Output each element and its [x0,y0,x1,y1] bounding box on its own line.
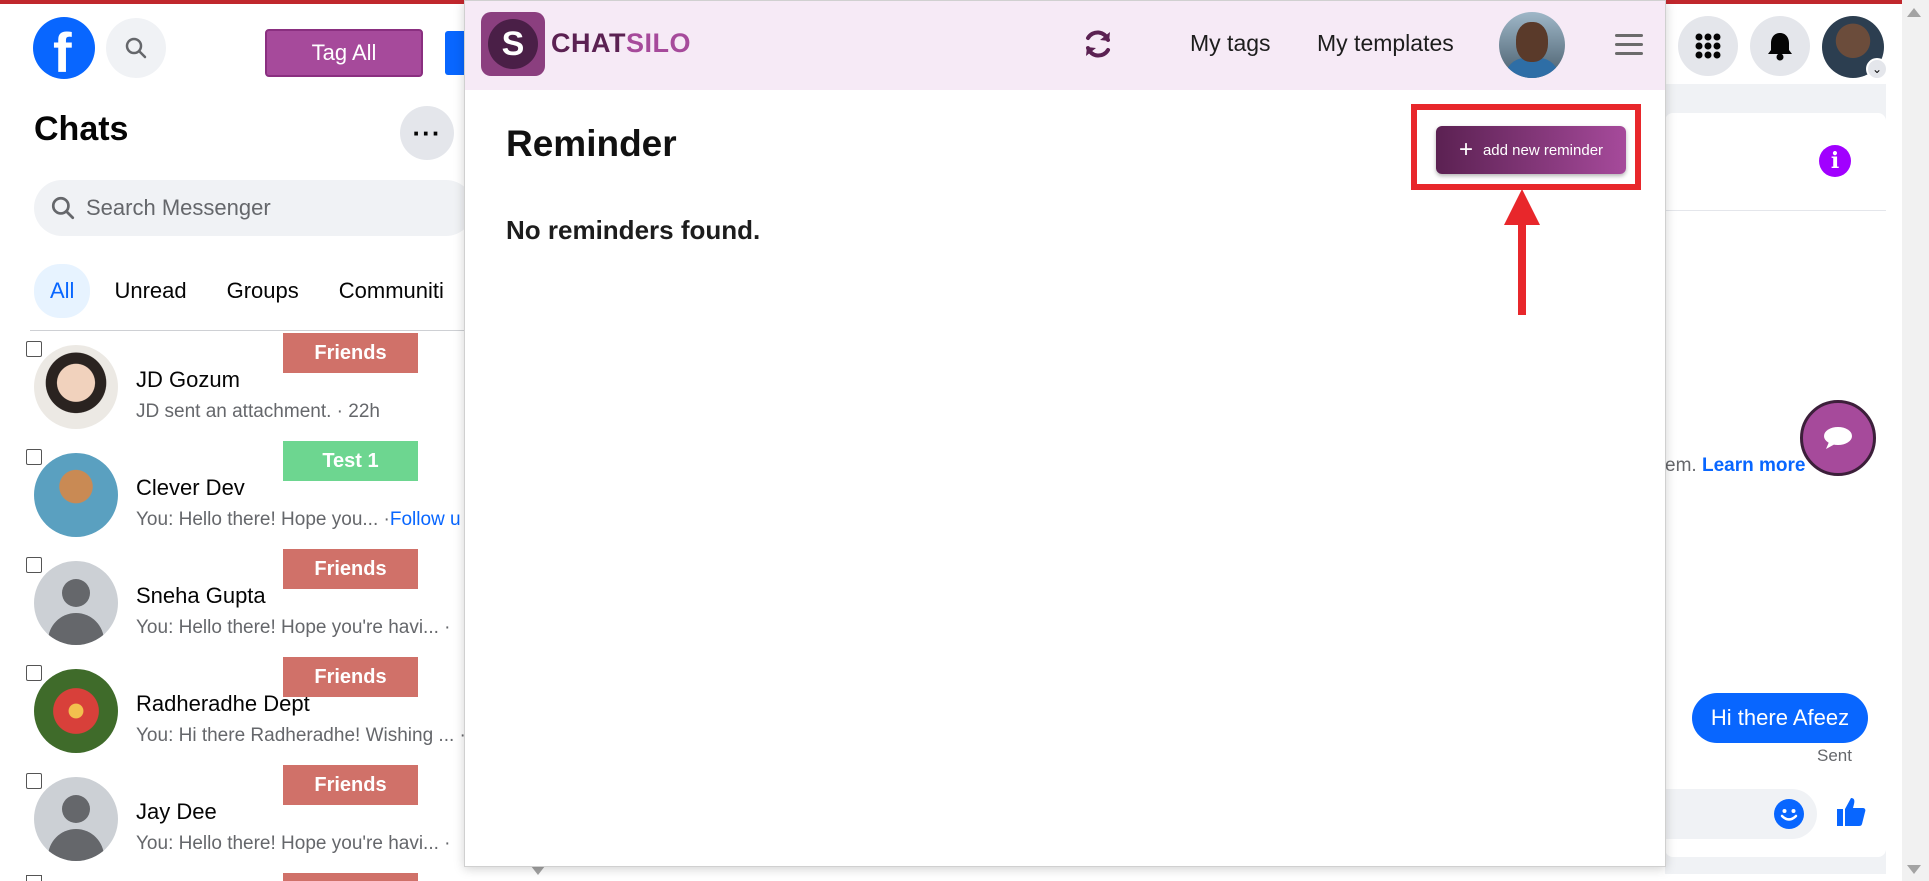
chat-filters: All Unread Groups Communiti [34,264,468,318]
chat-preview: You: Hi there Radheradhe! Wishing ... · [136,725,466,746]
chats-title: Chats [34,110,129,148]
empty-state-message: No reminders found. [506,215,761,245]
avatar [34,345,118,429]
follow-link[interactable]: Follow u [390,509,461,530]
filter-communities[interactable]: Communiti [323,264,460,318]
avatar [34,453,118,537]
partially-hidden-button[interactable] [445,31,465,75]
nav-my-tags[interactable]: My tags [1190,30,1271,57]
filter-all[interactable]: All [34,264,91,318]
chat-preview: You: Hello there! Hope you... ·Follow u [136,509,461,531]
info-icon[interactable]: i [1819,145,1851,177]
encryption-notice: em. Learn more [1665,455,1805,477]
brand-part-chat: CHAT [551,28,626,58]
chat-preview: You: Hello there! Hope you're havi... · [136,617,451,638]
grid-icon [1695,33,1721,59]
chat-preview: You: Hello there! Hope you're havi... · [136,833,451,854]
conversation-panel [1665,113,1886,857]
sent-message-bubble[interactable]: Hi there Afeez [1692,693,1868,743]
chat-select-checkbox[interactable] [26,449,42,465]
emoji-icon[interactable] [1774,799,1804,829]
chat-name: Clever Dev [136,475,245,500]
notifications-button[interactable] [1750,16,1810,76]
chat-tag-label[interactable]: Friends [283,333,418,373]
thumbs-up-icon[interactable] [1834,795,1868,834]
avatar [34,561,118,645]
chat-item-sneha-gupta[interactable]: Sneha Gupta You: Hello there! Hope you'r… [0,549,470,657]
sidebar-scroll-down-arrow[interactable] [531,866,545,875]
scroll-down-arrow[interactable] [1907,865,1921,874]
search-placeholder: Search Messenger [86,195,271,220]
chat-item-jay-dee[interactable]: Jay Dee You: Hello there! Hope you're ha… [0,765,470,873]
chatsilo-floating-button[interactable] [1800,400,1876,476]
chatsilo-logo-letter: S [488,19,538,69]
encryption-notice-text: em. [1665,455,1697,476]
search-icon [125,37,147,59]
brand-part-silo: SILO [625,28,691,58]
chatsilo-logo[interactable]: S [481,12,545,76]
filter-groups[interactable]: Groups [211,264,315,318]
chat-select-checkbox[interactable] [26,557,42,573]
scroll-up-arrow[interactable] [1907,8,1921,17]
page-title: Reminder [506,123,677,164]
messenger-search-input[interactable]: Search Messenger [34,180,474,236]
chat-select-checkbox[interactable] [26,773,42,789]
chat-item-clever-dev[interactable]: Clever Dev You: Hello there! Hope you...… [0,441,470,549]
chat-tag-label[interactable]: Test 1 [283,441,418,481]
sidebar-divider [30,330,470,331]
message-status: Sent [1817,746,1852,765]
chat-preview-text: You: Hello there! Hope you... · [136,509,390,530]
chat-name: Sneha Gupta [136,583,266,608]
chat-bubble-icon [1824,427,1852,449]
chat-tag-label[interactable]: Friends [283,657,418,697]
facebook-logo[interactable]: f [33,17,95,84]
nav-my-templates[interactable]: My templates [1317,30,1454,57]
facebook-search-button[interactable] [106,18,166,78]
page-scrollbar[interactable] [1902,0,1929,881]
chat-tag-label[interactable]: Friends [283,765,418,805]
chatsilo-panel: S CHATSILO My tags My templates Reminder… [464,0,1666,867]
filter-unread[interactable]: Unread [98,264,202,318]
account-avatar[interactable]: ⌄ [1822,16,1888,80]
chat-select-checkbox[interactable] [26,875,42,881]
refresh-icon[interactable] [1082,28,1114,65]
facebook-logo-letter: f [53,21,72,84]
chat-tag-label[interactable] [283,873,418,881]
chatsilo-brand: CHATSILO [551,28,691,59]
annotation-arrow-icon [1502,189,1542,322]
chat-item-radheradhe-dept[interactable]: Radheradhe Dept You: Hi there Radheradhe… [0,657,470,765]
hamburger-menu-icon[interactable] [1615,34,1643,61]
chatsilo-header: S CHATSILO My tags My templates [465,1,1665,90]
conversation-header-divider [1665,210,1886,211]
chats-more-button[interactable]: ··· [400,106,454,160]
tag-all-button[interactable]: Tag All [265,29,423,77]
chat-name: JD Gozum [136,367,240,392]
chat-preview: JD sent an attachment. · 22h [136,401,380,422]
annotation-highlight-box [1411,104,1641,190]
chat-select-checkbox[interactable] [26,341,42,357]
search-icon [51,196,75,220]
bell-icon [1768,33,1792,61]
smiley-face-icon [1780,809,1798,821]
chatsilo-user-avatar[interactable] [1499,12,1565,78]
chevron-down-icon: ⌄ [1866,58,1888,80]
menu-grid-button[interactable] [1678,16,1738,76]
avatar [34,777,118,861]
chat-name: Jay Dee [136,799,217,824]
chat-item-jd-gozum[interactable]: JD Gozum JD sent an attachment. · 22h Fr… [0,333,470,441]
chat-tag-label[interactable]: Friends [283,549,418,589]
avatar [34,669,118,753]
chat-select-checkbox[interactable] [26,665,42,681]
learn-more-link[interactable]: Learn more [1702,455,1805,476]
